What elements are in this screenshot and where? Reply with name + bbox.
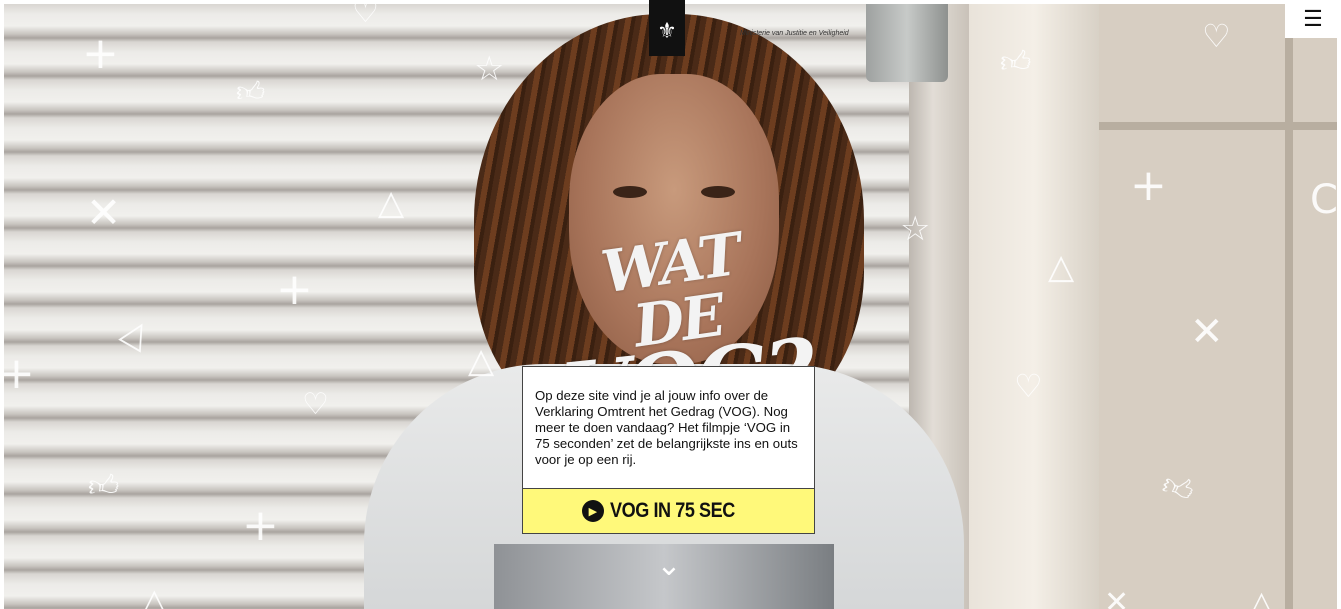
star-icon: ☆: [474, 49, 505, 89]
background-bricks: [1099, 4, 1337, 609]
play-icon: ▶: [581, 500, 604, 522]
thumbs-up-icon: 👍︎: [236, 75, 266, 108]
circle-icon: C: [1310, 177, 1337, 223]
menu-button[interactable]: ☰: [1285, 0, 1341, 38]
plus-icon: +: [4, 348, 35, 399]
plus-icon: +: [1130, 160, 1167, 211]
cross-icon: ✕: [1190, 309, 1224, 355]
info-card: Op deze site vind je al jouw info over d…: [522, 366, 815, 534]
plus-icon: +: [82, 28, 119, 79]
triangle-icon: △: [1048, 247, 1075, 287]
chevron-down-icon[interactable]: ⌄: [652, 551, 686, 581]
background-pillar: [969, 4, 1099, 609]
video-button[interactable]: ▶ VOG IN 75 SEC: [523, 488, 814, 533]
heart-icon: ♡: [1202, 17, 1231, 55]
triangle-icon: △: [378, 183, 405, 223]
triangle-icon: △: [1250, 585, 1274, 609]
background-meter: [866, 4, 948, 82]
triangle-icon: △: [468, 341, 495, 381]
thumbs-up-icon: 👍︎: [88, 469, 120, 504]
cross-icon: ✕: [86, 188, 122, 237]
coat-of-arms-icon[interactable]: ⚜: [649, 0, 685, 56]
plus-icon: +: [242, 500, 279, 551]
heart-icon: ♡: [352, 4, 379, 30]
eye: [701, 186, 735, 198]
ministry-label: Ministerie van Justitie en Veiligheid: [740, 30, 849, 37]
heart-icon: ♡: [302, 387, 329, 422]
video-button-label: VOG IN 75 SEC: [609, 499, 735, 522]
hamburger-menu-icon: ☰: [1303, 6, 1323, 31]
triangle-icon: △: [142, 581, 167, 609]
plus-icon: +: [276, 264, 313, 315]
eye: [613, 186, 647, 198]
heart-icon: ♡: [1014, 367, 1043, 405]
cross-icon: ✕: [1104, 585, 1130, 609]
star-icon: ☆: [900, 209, 931, 249]
info-card-text: Op deze site vind je al jouw info over d…: [535, 388, 798, 467]
thumbs-up-icon: 👍︎: [1000, 45, 1032, 80]
hero-title: WAT DE VOG?: [559, 220, 816, 446]
